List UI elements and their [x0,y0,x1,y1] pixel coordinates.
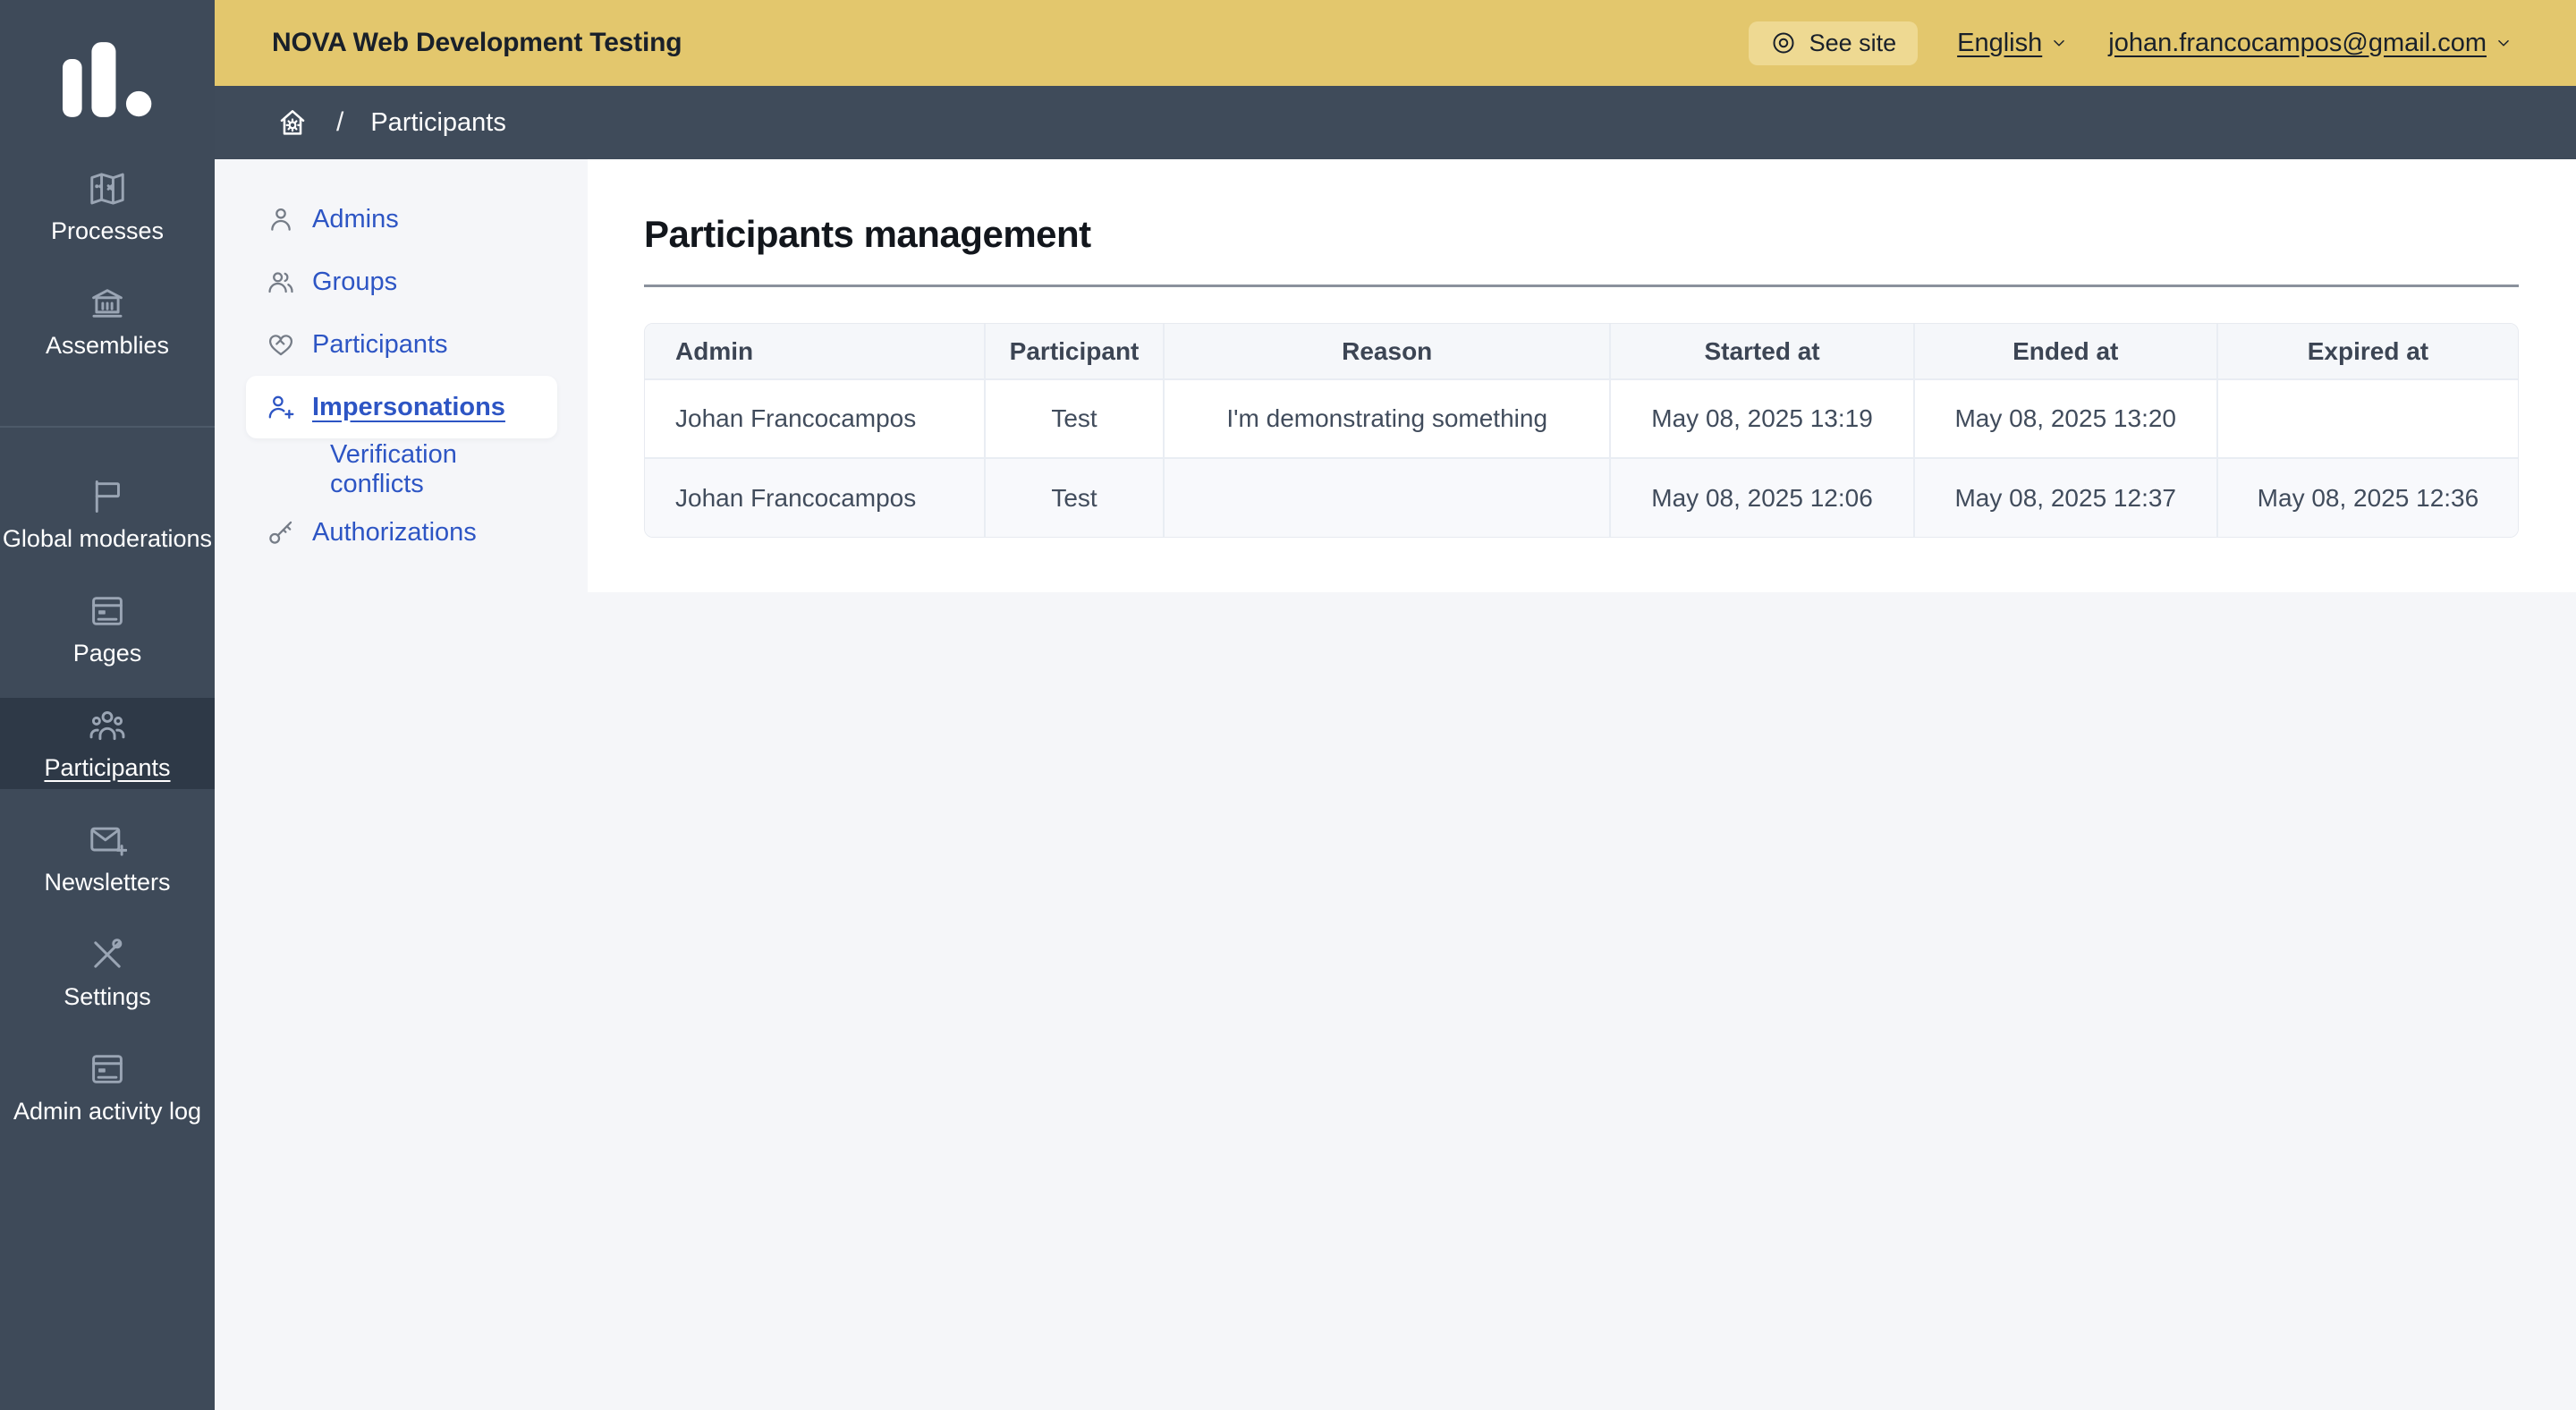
subnav-item-label: Impersonations [312,393,505,422]
primary-nav: Processes Assemblies Global moderations [0,159,215,1156]
language-dropdown[interactable]: English [1957,29,2069,58]
breadcrumb-current[interactable]: Participants [370,108,506,138]
sidebar-item-label: Admin activity log [13,1098,201,1125]
main-column: NOVA Web Development Testing See site En… [215,0,2576,1410]
page-title: Participants management [644,213,2519,256]
topbar-actions: See site English johan.francocampos@gmai… [1749,21,2513,65]
cell-admin: Johan Francocampos [645,458,985,537]
sidebar-item-pages[interactable]: Pages [0,583,215,675]
cell-participant: Test [985,458,1164,537]
subnav-item-verification-conflicts[interactable]: Verification conflicts [246,438,557,501]
pages-icon [88,591,127,631]
cell-expired-at: May 08, 2025 12:36 [2217,458,2518,537]
breadcrumb: / Participants [215,86,2576,159]
mail-add-icon [88,820,127,860]
tools-icon [88,935,127,974]
decidim-logo[interactable] [0,0,215,159]
sidebar-item-label: Settings [64,983,151,1011]
sidebar-item-settings[interactable]: Settings [0,927,215,1018]
organization-title: NOVA Web Development Testing [272,28,682,58]
see-site-label: See site [1809,30,1897,57]
title-divider [644,285,2519,287]
secondary-sidebar: Admins Groups Particip [215,159,588,1410]
see-site-button[interactable]: See site [1749,21,1919,65]
column-header-started-at: Started at [1610,324,1913,379]
subnav-item-participants[interactable]: Participants [246,313,557,376]
flag-icon [88,477,127,516]
column-header-ended-at: Ended at [1914,324,2217,379]
sidebar-item-processes[interactable]: Processes [0,161,215,252]
subnav-item-label: Participants [312,330,448,360]
map-icon [88,169,127,208]
table-row: Johan Francocampos Test May 08, 2025 12:… [645,458,2518,537]
key-icon [266,517,296,548]
sidebar-item-label: Pages [73,640,142,667]
page-area: Admins Groups Particip [215,159,2576,1410]
cell-ended-at: May 08, 2025 13:20 [1914,379,2217,458]
cell-admin: Johan Francocampos [645,379,985,458]
sidebar-item-label: Assemblies [46,332,169,360]
sidebar-item-label: Newsletters [44,869,170,896]
table-header-row: Admin Participant Reason Started at Ende… [645,324,2518,379]
subnav-item-impersonations[interactable]: Impersonations [246,376,557,438]
subnav-item-label: Admins [312,205,399,234]
article-icon [88,1049,127,1089]
bank-icon [88,284,127,323]
cell-participant: Test [985,379,1164,458]
group-icon [266,267,296,297]
sidebar-item-newsletters[interactable]: Newsletters [0,812,215,904]
user-icon [266,204,296,234]
user-menu-dropdown[interactable]: johan.francocampos@gmail.com [2108,29,2513,58]
subnav-item-groups[interactable]: Groups [246,251,557,313]
chevron-down-icon [2494,33,2513,53]
eye-icon [1770,30,1797,56]
user-add-icon [266,392,296,422]
cell-expired-at [2217,379,2518,458]
column-header-admin: Admin [645,324,985,379]
subnav-item-label: Groups [312,268,397,297]
main-content: Participants management Admin Participan… [588,159,2576,592]
language-label: English [1957,29,2042,58]
subnav-item-admins[interactable]: Admins [246,188,557,251]
cell-reason: I'm demonstrating something [1164,379,1610,458]
table-row: Johan Francocampos Test I'm demonstratin… [645,379,2518,458]
sidebar-item-participants[interactable]: Participants [0,698,215,789]
app-window: Processes Assemblies Global moderations [0,0,2576,1410]
subnav-item-authorizations[interactable]: Authorizations [246,501,557,564]
sidebar-item-label: Global moderations [3,525,212,553]
cell-reason [1164,458,1610,537]
sidebar-divider [0,426,215,428]
column-header-participant: Participant [985,324,1164,379]
impersonations-table: Admin Participant Reason Started at Ende… [644,323,2519,538]
subnav-item-label: Authorizations [312,518,477,548]
sidebar-item-label: Participants [44,754,170,782]
cell-started-at: May 08, 2025 13:19 [1610,379,1913,458]
cell-started-at: May 08, 2025 12:06 [1610,458,1913,537]
primary-sidebar: Processes Assemblies Global moderations [0,0,215,1410]
breadcrumb-separator: / [336,107,343,138]
home-gear-icon[interactable] [275,106,309,140]
sidebar-item-label: Processes [51,217,164,245]
topbar: NOVA Web Development Testing See site En… [215,0,2576,86]
cell-ended-at: May 08, 2025 12:37 [1914,458,2217,537]
column-header-reason: Reason [1164,324,1610,379]
subnav-item-label: Verification conflicts [330,440,557,499]
heart-icon [266,329,296,360]
sidebar-item-global-moderations[interactable]: Global moderations [0,469,215,560]
column-header-expired-at: Expired at [2217,324,2518,379]
sidebar-item-assemblies[interactable]: Assemblies [0,276,215,367]
chevron-down-icon [2049,33,2069,53]
team-icon [88,706,127,745]
sidebar-item-admin-activity-log[interactable]: Admin activity log [0,1041,215,1133]
user-email: johan.francocampos@gmail.com [2108,29,2487,58]
decidim-logo-icon [63,42,152,117]
